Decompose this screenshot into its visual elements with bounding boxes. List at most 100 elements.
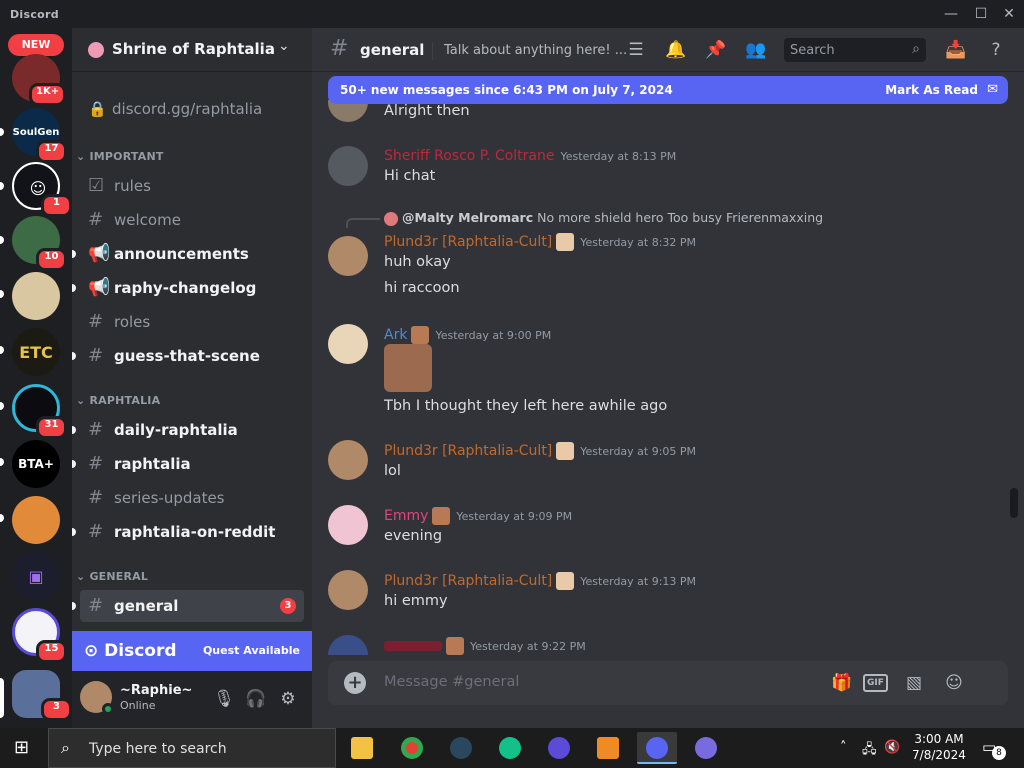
microphone-icon[interactable]: 🎙 bbox=[212, 687, 236, 711]
hash-icon: # bbox=[88, 209, 104, 230]
channel-announcements[interactable]: 📢 announcements bbox=[72, 238, 304, 270]
message-author[interactable]: Plund3r [Raphtalia-Cult] Yesterday at 9:1… bbox=[384, 572, 696, 590]
reply-preview[interactable]: @Malty Melromarc No more shield hero Too… bbox=[384, 210, 823, 226]
sticker-icon[interactable]: ▧ bbox=[902, 671, 926, 695]
quest-banner[interactable]: ⊙ Discord Quest Available bbox=[72, 631, 312, 671]
channel-series-updates[interactable]: # series-updates bbox=[80, 482, 304, 514]
message-author[interactable]: Emmy Yesterday at 9:09 PM bbox=[384, 507, 572, 525]
pin-icon[interactable]: 📌 bbox=[704, 38, 728, 62]
user-panel: ~Raphie~ Online 🎙 🎧 ⚙ bbox=[72, 671, 312, 728]
message-author[interactable]: Plund3r [Raphtalia-Cult] Yesterday at 9:0… bbox=[384, 442, 696, 460]
channel-welcome[interactable]: # welcome bbox=[80, 204, 304, 236]
mention-badge: 1 bbox=[41, 194, 72, 217]
notification-center[interactable]: ▭ 8 bbox=[982, 738, 1006, 760]
search-input[interactable]: Search ⌕ bbox=[784, 38, 926, 62]
server-icon[interactable]: ▣ bbox=[12, 552, 60, 600]
quest-logo-text: Discord bbox=[104, 641, 177, 661]
search-placeholder: Search bbox=[790, 43, 835, 58]
selected-indicator bbox=[0, 678, 4, 718]
windows-start-icon[interactable]: ⊞ bbox=[14, 738, 34, 758]
server-name: Shrine of Raphtalia bbox=[112, 40, 275, 58]
channel-raphtalia[interactable]: # raphtalia bbox=[72, 448, 304, 480]
gift-icon[interactable]: 🎁 bbox=[830, 671, 854, 695]
author-name: Plund3r [Raphtalia-Cult] bbox=[384, 573, 553, 589]
channel-guess-that-scene[interactable]: # guess-that-scene bbox=[72, 340, 304, 372]
channel-raphtalia-on-reddit[interactable]: # raphtalia-on-reddit bbox=[72, 516, 304, 548]
channel-title: general bbox=[360, 41, 425, 59]
avatar[interactable] bbox=[328, 570, 368, 610]
steam-app[interactable] bbox=[441, 732, 481, 764]
gear-icon[interactable]: ⚙ bbox=[276, 687, 300, 711]
mark-as-read-button[interactable]: Mark As Read bbox=[885, 83, 978, 97]
invite-link[interactable]: 🔒 discord.gg/raphtalia bbox=[88, 100, 262, 118]
bell-icon[interactable]: 🔔 bbox=[664, 38, 688, 62]
reply-spine bbox=[346, 218, 380, 228]
chat-area: # general Talk about anything here! ... … bbox=[312, 28, 1024, 728]
message-input[interactable]: Message #general bbox=[384, 674, 519, 690]
category-raphtalia[interactable]: ⌄ RAPHTALIA bbox=[76, 394, 160, 407]
app-green[interactable] bbox=[490, 732, 530, 764]
server-icon[interactable] bbox=[12, 496, 60, 544]
close-button[interactable]: ✕ bbox=[998, 4, 1020, 24]
message-timestamp: Yesterday at 9:00 PM bbox=[435, 329, 552, 342]
channel-roles[interactable]: # roles bbox=[80, 306, 304, 338]
inbox-icon[interactable]: 📥 bbox=[944, 38, 968, 62]
new-unreads-pill[interactable]: NEW bbox=[8, 34, 64, 56]
avatar[interactable] bbox=[328, 440, 368, 480]
category-important[interactable]: ⌄ IMPORTANT bbox=[76, 150, 164, 163]
app-purple[interactable] bbox=[539, 732, 579, 764]
category-general[interactable]: ⌄ GENERAL bbox=[76, 570, 148, 583]
headphones-icon[interactable]: 🎧 bbox=[244, 687, 268, 711]
avatar[interactable] bbox=[328, 146, 368, 186]
taskbar-clock[interactable]: 3:00 AM 7/8/2024 bbox=[900, 731, 978, 763]
server-header[interactable]: Shrine of Raphtalia ⌄ bbox=[72, 28, 312, 72]
hash-icon: # bbox=[88, 521, 104, 542]
username[interactable]: ~Raphie~ bbox=[120, 683, 192, 698]
server-icon-bta[interactable]: BTA+ bbox=[12, 440, 60, 488]
gif-button[interactable]: GIF bbox=[863, 674, 888, 692]
emoji-icon[interactable]: ☺ bbox=[942, 671, 966, 695]
app-icon bbox=[695, 737, 717, 759]
chevron-up-icon[interactable]: ˄ bbox=[840, 740, 847, 755]
app-mascot[interactable] bbox=[686, 732, 726, 764]
channel-rules[interactable]: ☑ rules bbox=[80, 170, 304, 202]
avatar[interactable] bbox=[328, 324, 368, 364]
server-icon-etc[interactable]: ETC bbox=[12, 328, 60, 376]
message-author[interactable]: Yesterday at 9:22 PM bbox=[384, 637, 586, 655]
maximize-button[interactable]: ☐ bbox=[970, 4, 992, 24]
help-icon[interactable]: ? bbox=[984, 38, 1008, 62]
channel-name: series-updates bbox=[114, 489, 225, 507]
mention-badge: 10 bbox=[36, 248, 67, 271]
chrome-app[interactable] bbox=[392, 732, 432, 764]
network-icon[interactable]: 🖧 bbox=[862, 740, 877, 762]
hash-icon: # bbox=[330, 36, 349, 61]
channel-raphy-changelog[interactable]: 📢 raphy-changelog bbox=[72, 272, 304, 304]
app-orange[interactable] bbox=[588, 732, 628, 764]
new-messages-bar[interactable]: 50+ new messages since 6:43 PM on July 7… bbox=[328, 76, 1008, 104]
scrollbar-thumb[interactable] bbox=[1010, 488, 1018, 518]
server-icon[interactable] bbox=[12, 272, 60, 320]
file-explorer-app[interactable] bbox=[342, 732, 382, 764]
channel-daily-raphtalia[interactable]: # daily-raphtalia bbox=[72, 414, 304, 446]
author-name: Plund3r [Raphtalia-Cult] bbox=[384, 443, 553, 459]
members-icon[interactable]: 👥 bbox=[744, 38, 768, 62]
discord-logo: ⊙ Discord bbox=[84, 641, 177, 661]
minimize-button[interactable]: — bbox=[940, 4, 962, 24]
channel-general[interactable]: # general 3 bbox=[72, 590, 304, 622]
avatar[interactable] bbox=[328, 505, 368, 545]
message-composer[interactable]: + Message #general 🎁 GIF ▧ ☺ bbox=[328, 661, 1008, 705]
taskbar-search[interactable]: ⌕ Type here to search bbox=[48, 728, 336, 768]
message-timestamp: Yesterday at 9:05 PM bbox=[580, 445, 697, 458]
mention-badge: 15 bbox=[36, 640, 67, 663]
threads-icon[interactable]: ☰ bbox=[624, 38, 648, 62]
message-author[interactable]: Sheriff Rosco P. Coltrane Yesterday at 8:… bbox=[384, 148, 676, 164]
message-author[interactable]: Ark Yesterday at 9:00 PM bbox=[384, 326, 551, 344]
avatar[interactable] bbox=[328, 635, 368, 655]
emoji-sticker[interactable] bbox=[384, 344, 432, 392]
message-author[interactable]: Plund3r [Raphtalia-Cult] Yesterday at 8:3… bbox=[384, 233, 696, 251]
add-attachment-button[interactable]: + bbox=[344, 672, 366, 694]
discord-app[interactable] bbox=[637, 732, 677, 764]
channel-topic[interactable]: Talk about anything here! ... bbox=[444, 43, 627, 58]
volume-muted-icon[interactable]: 🔇 bbox=[884, 740, 900, 755]
avatar[interactable] bbox=[328, 236, 368, 276]
